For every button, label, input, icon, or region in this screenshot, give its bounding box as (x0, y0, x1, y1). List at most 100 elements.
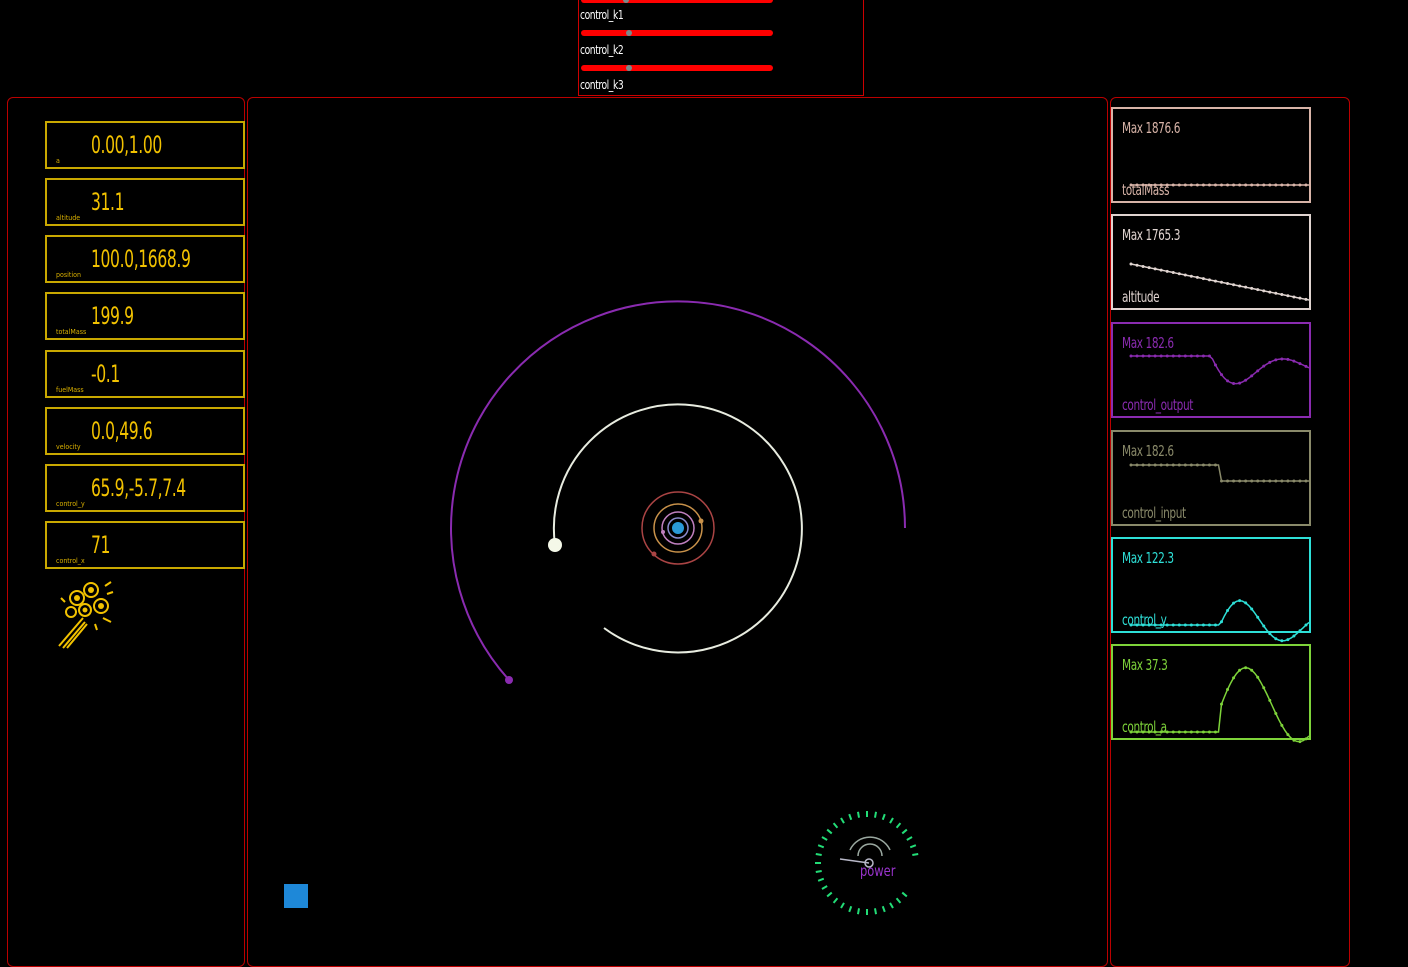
status-indicator[interactable] (284, 884, 308, 908)
graph-point (1177, 183, 1181, 187)
graph-point (1292, 479, 1296, 483)
graph-point (1220, 280, 1224, 284)
graph-point (1129, 463, 1133, 467)
gauge-tick (874, 908, 878, 915)
graph-point (1244, 601, 1248, 605)
graph-point (1238, 599, 1242, 603)
graph-point (1183, 463, 1187, 467)
graph-point (1213, 623, 1217, 627)
graph-point (1286, 733, 1290, 737)
graph-point (1153, 354, 1157, 358)
graph-point (1129, 262, 1133, 266)
graph-point (1147, 183, 1151, 187)
graph-point (1171, 271, 1175, 275)
gauge-tick (895, 822, 902, 829)
graph-point (1262, 364, 1266, 368)
planet-marker (661, 530, 665, 534)
graph-point (1171, 354, 1175, 358)
graph-point (1262, 479, 1266, 483)
graph-plot (1129, 463, 1309, 483)
graph-point (1195, 183, 1199, 187)
graph-point (1165, 183, 1169, 187)
graph-point (1232, 479, 1236, 483)
graph-point (1226, 479, 1230, 483)
gauge-tick (901, 828, 908, 835)
graph-point (1220, 702, 1224, 706)
gauge-tick (826, 891, 833, 898)
graph-point (1183, 354, 1187, 358)
gauge-tick (840, 817, 845, 824)
gauge-tick (815, 870, 822, 874)
graph-point (1286, 183, 1290, 187)
graph-point (1207, 183, 1211, 187)
graph-point (1274, 479, 1278, 483)
graph-point (1292, 359, 1296, 363)
gauge-tick (821, 885, 828, 890)
graph-point (1232, 382, 1236, 386)
graph-plot (1129, 354, 1310, 386)
gauge-tick (817, 877, 825, 882)
graph-point (1147, 730, 1151, 734)
graph-point (1274, 711, 1278, 715)
graph-point (1171, 183, 1175, 187)
graph-point (1189, 274, 1193, 278)
gauge-tick (848, 813, 853, 821)
graph-point (1189, 623, 1193, 627)
graph-point (1183, 730, 1187, 734)
gauge-tick (874, 811, 878, 818)
gauge-tick (906, 836, 913, 841)
gauge-tick (856, 908, 860, 915)
graph-point (1238, 284, 1242, 288)
graph-point (1220, 620, 1224, 624)
graph-point (1129, 730, 1133, 734)
graph-point (1129, 354, 1133, 358)
graph-point (1280, 639, 1284, 643)
graph-point (1153, 183, 1157, 187)
graph-point (1165, 463, 1169, 467)
graph-point (1171, 730, 1175, 734)
sun-icon (672, 522, 684, 534)
graph-point (1292, 738, 1296, 742)
graph-point (1238, 479, 1242, 483)
spacecraft-marker (548, 538, 562, 552)
graph-point (1268, 290, 1272, 294)
graph-point (1304, 623, 1308, 627)
graph-control-y: Max 122.3 control_y (1111, 537, 1311, 643)
graph-point (1304, 297, 1308, 301)
gauge-tick (840, 902, 845, 909)
graph-point (1262, 289, 1266, 293)
gauge-label: power (860, 862, 896, 880)
graph-point (1129, 183, 1133, 187)
graph-point (1153, 267, 1157, 271)
graph-point (1165, 269, 1169, 273)
graph-point (1195, 623, 1199, 627)
gauge-tick (826, 828, 833, 835)
gauge-tick (821, 836, 828, 841)
graph-point (1147, 266, 1151, 270)
graph-control-a: Max 37.3 control_a (1111, 644, 1311, 744)
graph-point (1220, 479, 1224, 483)
graph-point (1232, 183, 1236, 187)
graph-point (1262, 624, 1266, 628)
graph-point (1135, 623, 1139, 627)
graph-point (1244, 378, 1248, 382)
graph-point (1195, 730, 1199, 734)
graph-point (1304, 737, 1308, 741)
gauge-tick (895, 897, 902, 904)
graph-point (1304, 183, 1308, 187)
graph-point (1244, 285, 1248, 289)
graph-point (1129, 623, 1133, 627)
gauge-tick (889, 817, 894, 824)
graph-point (1292, 295, 1296, 299)
graph-point (1201, 463, 1205, 467)
graph-plot (1129, 262, 1310, 301)
graph-point (1159, 268, 1163, 272)
graph-point (1286, 479, 1290, 483)
graph-point (1171, 463, 1175, 467)
graph-point (1201, 730, 1205, 734)
gauge-tick (848, 905, 853, 913)
graph-point (1177, 354, 1181, 358)
graph-point (1220, 373, 1224, 377)
graph-point (1250, 183, 1254, 187)
outer-orbit-path (450, 300, 906, 681)
